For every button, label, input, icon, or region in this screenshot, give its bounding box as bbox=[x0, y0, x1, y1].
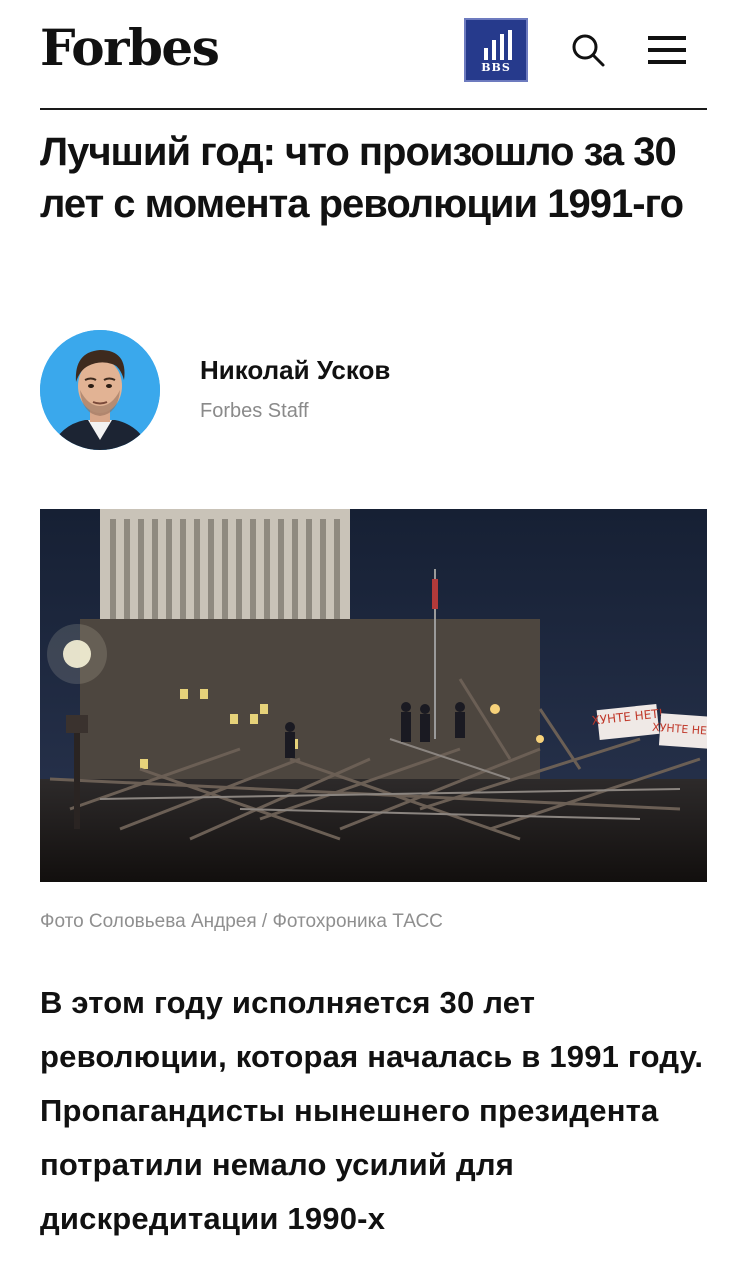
photo-caption: Фото Соловьева Андрея / Фотохроника ТАСС bbox=[40, 911, 443, 932]
article-lead: В этом году исполняется 30 лет революции… bbox=[40, 985, 704, 1236]
menu-icon[interactable] bbox=[648, 34, 686, 66]
article-headline: Лучший год: что произошло за 30 лет с мо… bbox=[40, 130, 684, 226]
search-icon[interactable] bbox=[570, 32, 606, 68]
author-role: Forbes Staff bbox=[200, 400, 309, 422]
bbs-label: BBS bbox=[481, 61, 511, 74]
site-header: Forbes BBS bbox=[40, 18, 707, 88]
forbes-logo[interactable]: Forbes bbox=[40, 20, 220, 76]
header-divider bbox=[40, 108, 707, 110]
author-name[interactable]: Николай Усков bbox=[200, 352, 390, 388]
bbs-bars-icon bbox=[484, 30, 512, 60]
author-avatar[interactable] bbox=[40, 330, 160, 450]
article-photo: ХУНТЕ НЕТ! ХУНТЕ НЕТ! bbox=[40, 509, 707, 882]
bbs-button[interactable]: BBS bbox=[464, 18, 528, 82]
